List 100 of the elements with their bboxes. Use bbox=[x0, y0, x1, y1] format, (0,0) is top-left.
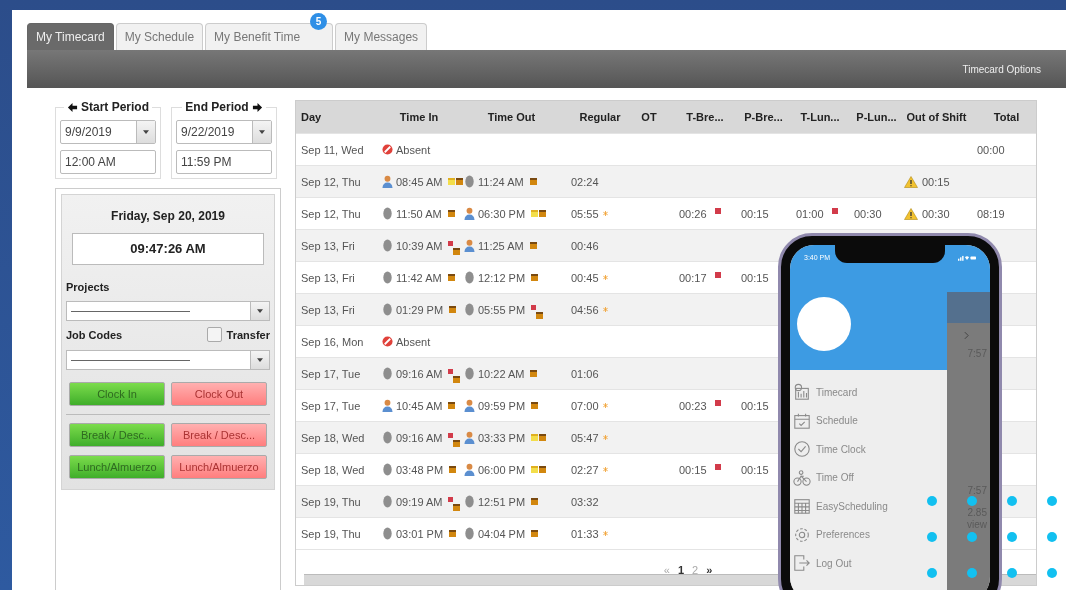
fingerprint-icon bbox=[464, 527, 475, 540]
regular-hours: 03:32 bbox=[571, 495, 599, 508]
timecard-options-link[interactable]: Timecard Options bbox=[962, 63, 1041, 75]
punch-button[interactable]: Clock Out bbox=[171, 382, 267, 406]
column-header[interactable]: Regular bbox=[559, 111, 629, 123]
day-cell-text: Sep 19, Thu bbox=[300, 495, 362, 508]
day-cell-text: Sep 12, Thu bbox=[300, 207, 362, 220]
punch-time: 09:59 PM bbox=[478, 399, 526, 412]
punch-button[interactable]: Clock In bbox=[69, 382, 165, 406]
person-icon bbox=[464, 431, 475, 444]
card-icon bbox=[529, 178, 537, 185]
punch-time: 10:22 AM bbox=[478, 367, 525, 380]
break-duration: 00:23 bbox=[679, 399, 707, 412]
decorative-dot bbox=[1047, 532, 1057, 542]
punch-time: 12:51 PM bbox=[478, 495, 526, 508]
card-icon bbox=[449, 306, 457, 313]
tab[interactable]: My Messages bbox=[335, 23, 428, 50]
column-header[interactable]: OT bbox=[629, 111, 669, 123]
regular-hours: 02:27 bbox=[571, 463, 599, 476]
status-icons bbox=[958, 255, 976, 261]
card-icon bbox=[531, 530, 539, 537]
fingerprint-icon bbox=[382, 239, 393, 252]
break-duration: 00:30 bbox=[854, 207, 882, 220]
fingerprint-icon bbox=[382, 495, 393, 508]
decorative-dot bbox=[1007, 532, 1017, 542]
punch-time: 10:45 AM bbox=[396, 399, 443, 412]
calendar-icon bbox=[793, 411, 811, 430]
menu-item[interactable]: Schedule bbox=[790, 406, 947, 435]
decorative-dot bbox=[967, 496, 977, 506]
card-icon bbox=[530, 370, 538, 377]
punch-button[interactable]: Lunch/Almuerzo bbox=[69, 455, 165, 479]
fingerprint-icon bbox=[464, 303, 475, 316]
day-cell-text: Sep 19, Thu bbox=[300, 527, 362, 540]
projects-select[interactable] bbox=[66, 301, 270, 321]
day-cell-text: Sep 17, Tue bbox=[300, 367, 362, 380]
next-page-link[interactable]: » bbox=[706, 564, 713, 576]
break-duration: 00:15 bbox=[741, 271, 769, 284]
card-icon bbox=[449, 530, 457, 537]
column-header[interactable]: Out of Shift bbox=[899, 111, 969, 123]
day-cell-text: Sep 12, Thu bbox=[300, 175, 362, 188]
column-header[interactable]: P-Lun... bbox=[844, 111, 899, 123]
punch-button[interactable]: Break / Desc... bbox=[69, 423, 165, 447]
column-header[interactable]: Time Out bbox=[464, 111, 559, 123]
card-icon bbox=[531, 498, 539, 505]
transfer-checkbox[interactable] bbox=[206, 327, 222, 342]
punch-time: 11:24 AM bbox=[478, 175, 524, 188]
column-header[interactable]: Day bbox=[296, 111, 374, 123]
alert-icon bbox=[448, 368, 454, 374]
card-icon bbox=[531, 274, 539, 281]
time-input[interactable]: 12:00 AM bbox=[60, 150, 156, 174]
menu-item[interactable]: EasyScheduling bbox=[790, 492, 947, 521]
job-codes-select[interactable] bbox=[66, 350, 270, 370]
decorative-dot bbox=[1007, 496, 1017, 506]
punch-button[interactable]: Break / Desc... bbox=[171, 423, 267, 447]
column-header[interactable]: P-Bre... bbox=[731, 111, 786, 123]
first-page-link[interactable]: « bbox=[663, 564, 670, 576]
break-duration: 00:15 bbox=[679, 463, 707, 476]
caret-icon bbox=[257, 358, 263, 362]
bicycle-icon bbox=[793, 468, 811, 487]
page-link[interactable]: 1 bbox=[677, 564, 684, 576]
person-icon bbox=[382, 399, 393, 412]
absent-icon bbox=[382, 143, 393, 156]
card-icon bbox=[448, 402, 456, 409]
caret-icon bbox=[259, 130, 265, 134]
regular-hours: 07:00 bbox=[571, 399, 599, 412]
page-link[interactable]: 2 bbox=[692, 564, 699, 576]
regular-hours: 00:45 bbox=[571, 271, 599, 284]
fingerprint-icon bbox=[382, 463, 393, 476]
menu-item[interactable]: Timecard bbox=[790, 378, 947, 407]
regular-hours: 01:06 bbox=[571, 367, 599, 380]
dimmed-header bbox=[947, 292, 990, 323]
current-date: Friday, Sep 20, 2019 bbox=[110, 209, 226, 223]
decorative-dot bbox=[1007, 568, 1017, 578]
column-header[interactable]: T-Bre... bbox=[669, 111, 731, 123]
punch-time: Absent bbox=[396, 143, 431, 156]
absent-icon bbox=[382, 335, 393, 348]
note-icon bbox=[531, 466, 539, 473]
day-cell-text: Sep 18, Wed bbox=[300, 463, 366, 476]
time-input[interactable]: 11:59 PM bbox=[176, 150, 272, 174]
menu-item[interactable]: Time Off bbox=[790, 463, 947, 492]
decorative-dot bbox=[1047, 496, 1057, 506]
job-codes-label: Job Codes bbox=[66, 328, 123, 341]
menu-item[interactable]: Preferences bbox=[790, 520, 947, 549]
punch-time: 03:33 PM bbox=[478, 431, 526, 444]
tab[interactable]: My Schedule bbox=[115, 23, 204, 50]
decorative-dot bbox=[1047, 568, 1057, 578]
punch-time: 12:12 PM bbox=[478, 271, 526, 284]
date-select[interactable]: 9/9/2019 bbox=[60, 120, 156, 144]
card-icon bbox=[453, 439, 461, 447]
menu-item[interactable]: Log Out bbox=[790, 549, 947, 578]
punch-button[interactable]: Lunch/Almuerzo bbox=[171, 455, 267, 479]
column-header[interactable]: T-Lun... bbox=[786, 111, 844, 123]
menu-item[interactable]: Time Clock bbox=[790, 435, 947, 464]
date-select[interactable]: 9/22/2019 bbox=[176, 120, 272, 144]
tab[interactable]: My Timecard bbox=[27, 23, 114, 50]
day-cell-text: Sep 13, Fri bbox=[300, 271, 356, 284]
column-header[interactable]: Total bbox=[969, 111, 1036, 123]
punch-time: 06:00 PM bbox=[478, 463, 526, 476]
break-duration: 00:26 bbox=[679, 207, 707, 220]
column-header[interactable]: Time In bbox=[374, 111, 464, 123]
